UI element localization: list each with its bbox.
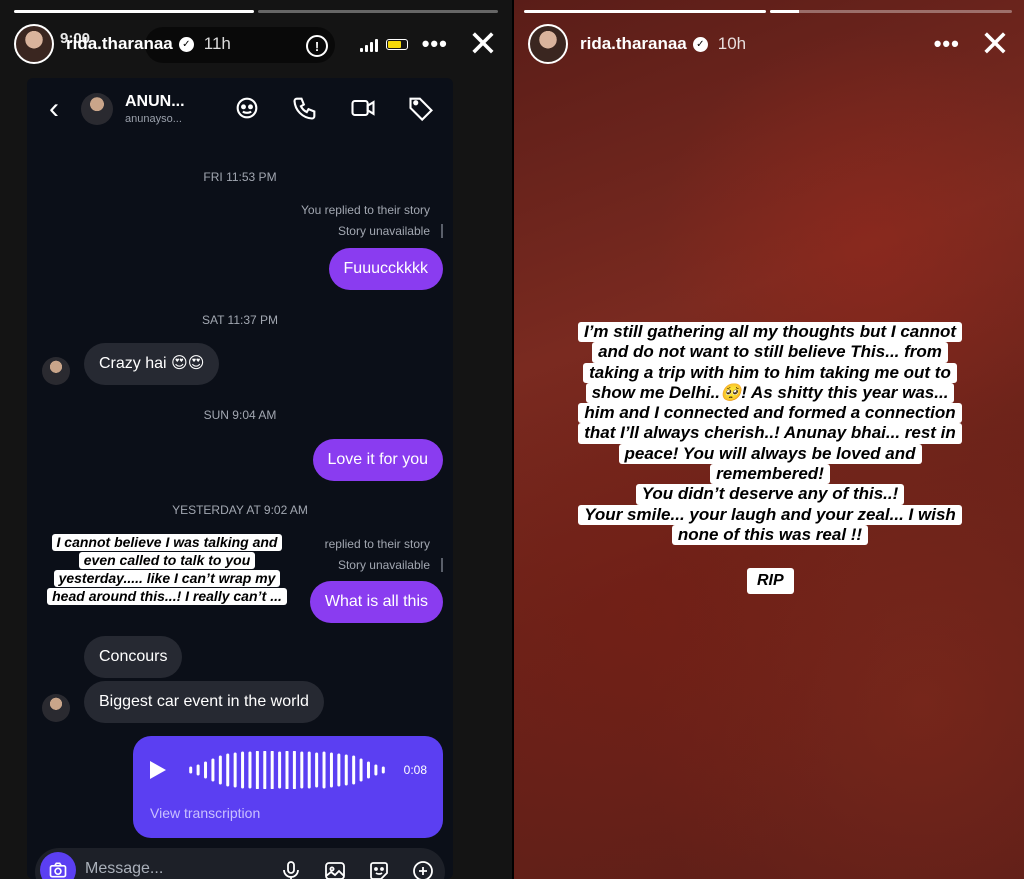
verified-icon: ✓ (692, 36, 708, 52)
video-call-icon[interactable] (349, 94, 377, 122)
avatar[interactable] (42, 357, 70, 385)
progress-fill (14, 10, 254, 13)
view-transcription-link[interactable]: View transcription (150, 805, 260, 821)
camera-icon (49, 862, 67, 878)
verified-icon: ✓ (178, 36, 194, 52)
caption-sticker: I’m still gathering all my thoughts but … (550, 322, 990, 546)
story-unavailable-note: Story unavailable (337, 558, 430, 572)
timestamp: YESTERDAY AT 9:02 AM (172, 503, 308, 517)
caption-line: and do not want to still believe This...… (592, 342, 948, 363)
timestamp: SUN 9:04 AM (203, 408, 277, 422)
story-username[interactable]: rida.tharanaa (580, 34, 687, 54)
message-input[interactable] (85, 860, 235, 878)
story-progress-2 (770, 10, 1012, 13)
story-progress-2 (258, 10, 498, 13)
incoming-message[interactable]: Crazy hai 😍😍 (84, 343, 220, 385)
add-people-icon[interactable] (233, 94, 261, 122)
avatar[interactable] (14, 24, 54, 64)
caption-line: even called to talk to you (78, 552, 256, 569)
story-header: rida.tharanaa ✓ 11h ••• ✕ (14, 22, 498, 66)
more-options-icon[interactable]: ••• (934, 31, 960, 57)
dm-header: ‹ ANUN... anunayso... (27, 78, 453, 140)
caption-sticker: I cannot believe I was talking and even … (28, 534, 306, 606)
caption-line: Your smile... your laugh and your zeal..… (578, 504, 962, 525)
caption-line: I’m still gathering all my thoughts but … (577, 322, 963, 343)
gallery-icon[interactable] (323, 859, 347, 879)
story-progress-1 (14, 10, 254, 13)
story-time: 10h (717, 34, 747, 53)
reply-bar (441, 224, 443, 238)
story-time: 11h (203, 34, 231, 53)
timestamp: SAT 11:37 PM (201, 313, 279, 327)
rip-sticker: RIP (747, 568, 794, 594)
close-icon[interactable]: ✕ (980, 26, 1010, 62)
sticker-icon[interactable] (367, 859, 391, 879)
avatar[interactable] (81, 93, 113, 125)
voice-duration: 0:08 (403, 763, 427, 777)
left-story: ‹ ANUN... anunayso... FRI 11:53 PM You r… (0, 0, 512, 879)
progress-fill (770, 10, 800, 13)
timestamp: FRI 11:53 PM (203, 170, 277, 184)
message-composer (35, 848, 445, 879)
close-icon[interactable]: ✕ (468, 26, 498, 62)
caption-line: him and I connected and formed a connect… (578, 403, 962, 424)
outgoing-message[interactable]: Fuuucckkkk (328, 248, 443, 290)
caption-line: peace! You will always be loved and (618, 443, 922, 465)
caption-line: You didn’t deserve any of this..! (635, 484, 905, 505)
caption-line: taking a trip with him to him taking me … (583, 362, 957, 383)
more-options-icon[interactable]: ••• (422, 31, 448, 57)
caption-line: yesterday..... like I can’t wrap my (53, 570, 281, 587)
story-unavailable-note: Story unavailable (337, 224, 430, 238)
progress-fill (524, 10, 766, 13)
caption-line: head around this...! I really can’t ... (47, 588, 287, 605)
caption-line: none of this was real !! (671, 524, 869, 546)
camera-button[interactable] (40, 852, 76, 879)
story-header: rida.tharanaa ✓ 10h ••• ✕ (528, 22, 1010, 66)
add-icon[interactable] (411, 859, 435, 879)
incoming-message[interactable]: Concours (84, 636, 183, 678)
caption-line: show me Delhi..🥺! As shitty this year wa… (585, 382, 955, 404)
contact-name[interactable]: ANUN... (125, 93, 185, 111)
story-reply-note: You replied to their story (301, 203, 430, 217)
dm-screenshot: ‹ ANUN... anunayso... FRI 11:53 PM You r… (27, 78, 453, 879)
reply-bar (441, 558, 443, 572)
story-reply-note: replied to their story (324, 537, 430, 551)
phone-icon[interactable] (291, 94, 319, 122)
back-icon[interactable]: ‹ (49, 92, 59, 126)
tag-icon[interactable] (407, 94, 435, 122)
caption-line: remembered! (710, 464, 830, 485)
waveform-icon (189, 751, 385, 789)
avatar[interactable] (42, 694, 70, 722)
outgoing-message[interactable]: Love it for you (312, 439, 443, 481)
caption-line: I cannot believe I was talking and (51, 534, 283, 551)
voice-message[interactable]: 0:08 View transcription (133, 736, 443, 838)
right-story: rida.tharanaa ✓ 10h ••• ✕ I’m still gath… (514, 0, 1024, 879)
story-username[interactable]: rida.tharanaa (66, 34, 173, 54)
story-progress-1 (524, 10, 766, 13)
microphone-icon[interactable] (279, 859, 303, 879)
contact-handle: anunayso... (125, 113, 182, 125)
play-icon[interactable] (150, 761, 166, 779)
caption-line: that I’ll always cherish..! Anunay bhai.… (578, 423, 962, 444)
outgoing-message[interactable]: What is all this (309, 581, 443, 623)
avatar[interactable] (528, 24, 568, 64)
incoming-message[interactable]: Biggest car event in the world (84, 681, 324, 723)
